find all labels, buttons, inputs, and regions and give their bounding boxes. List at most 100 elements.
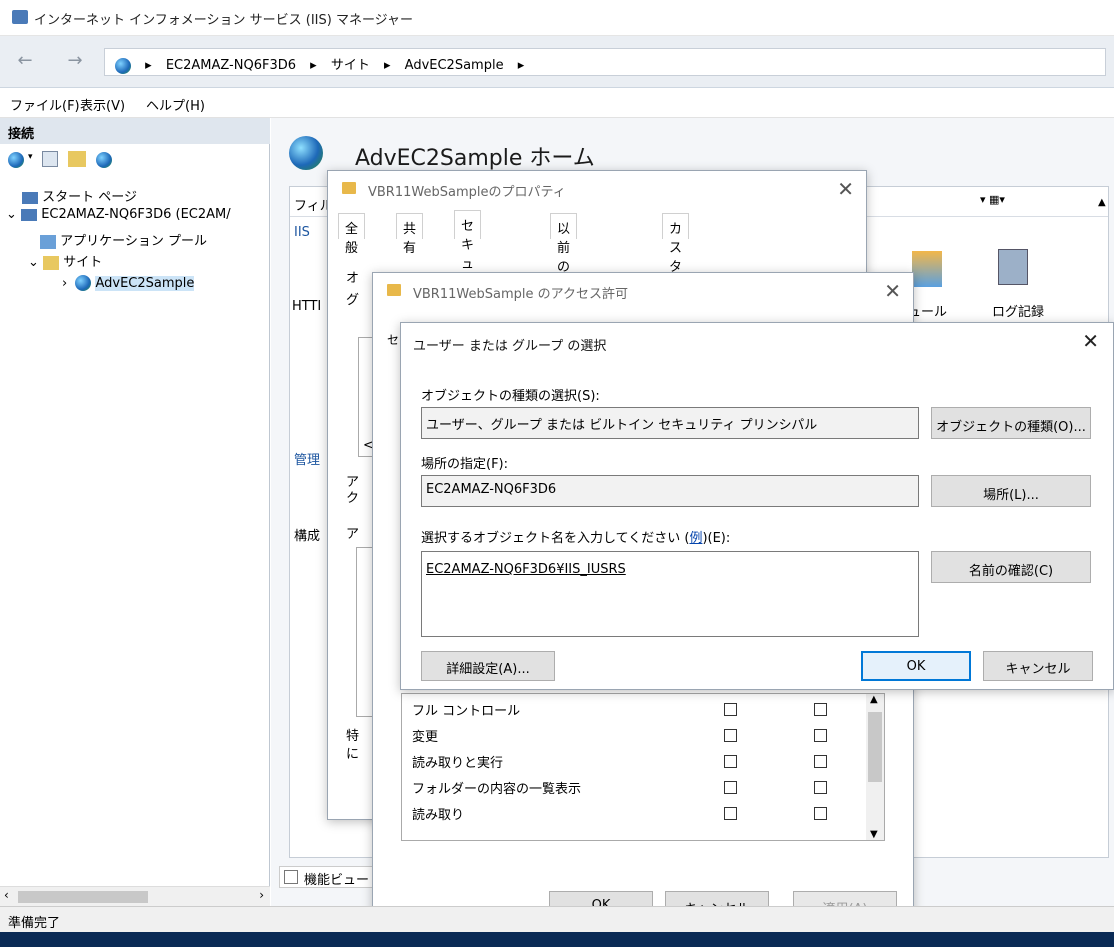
forward-arrow-icon[interactable]: → <box>60 50 90 74</box>
scroll-up-icon[interactable]: ▲ <box>870 694 878 705</box>
status-bar: 準備完了 <box>0 906 1114 932</box>
allow-checkbox[interactable] <box>724 703 737 716</box>
expand-chevron-icon[interactable]: ⌄ <box>6 207 17 222</box>
address-bar: ← → ▸ EC2AMAZ-NQ6F3D6 ▸ サイト ▸ AdvEC2Samp… <box>0 36 1114 88</box>
breadcrumb-separator-icon: ▸ <box>383 58 391 73</box>
taskbar-edge <box>0 932 1114 947</box>
folder-up-icon[interactable] <box>68 151 86 167</box>
menu-view[interactable]: 表示(V) <box>80 95 125 114</box>
tree-item-sites[interactable]: ⌄ サイト <box>28 251 102 270</box>
perm-tab-fragment: セ <box>387 333 400 347</box>
perm-row: 読み取り <box>412 808 465 823</box>
deny-checkbox[interactable] <box>814 729 827 742</box>
scroll-down-icon[interactable]: ▼ <box>870 829 878 840</box>
tree-item-start-page[interactable]: スタート ページ <box>22 186 137 205</box>
connect-icon[interactable] <box>8 152 24 168</box>
connections-scrollbar[interactable]: ‹ › <box>0 886 270 906</box>
tab-security[interactable]: セキュリティ <box>454 210 482 329</box>
select-cancel-button[interactable]: キャンセル <box>983 651 1093 681</box>
select-users-dialog: ユーザー または グループ の選択 ✕ オブジェクトの種類の選択(S): ユーザ… <box>400 322 1114 690</box>
properties-dialog-titlebar: VBR11WebSampleのプロパティ ✕ <box>328 171 866 207</box>
breadcrumb-server[interactable]: EC2AMAZ-NQ6F3D6 <box>166 58 296 73</box>
tab-general[interactable]: 全般 <box>338 213 366 256</box>
tab-sharing[interactable]: 共有 <box>396 213 424 256</box>
config-label: 構成 <box>294 529 321 544</box>
select-dialog-titlebar: ユーザー または グループ の選択 ✕ <box>401 323 1113 359</box>
allow-checkbox[interactable] <box>724 781 737 794</box>
expand-chevron-icon[interactable]: ⌄ <box>28 255 39 270</box>
menu-bar: ファイル(F) 表示(V) ヘルプ(H) <box>0 88 1114 118</box>
perm-row: 変更 <box>412 730 439 745</box>
examples-link[interactable]: 例 <box>689 531 702 546</box>
object-types-button[interactable]: オブジェクトの種類(O)... <box>931 407 1091 439</box>
menu-help[interactable]: ヘルプ(H) <box>146 95 205 114</box>
connections-header: 接続 <box>0 118 270 144</box>
props-text-fragment: グ <box>346 293 360 308</box>
props-text-fragment: に <box>346 747 360 762</box>
menu-file[interactable]: ファイル(F) <box>10 95 80 114</box>
breadcrumb-separator-icon: ▸ <box>145 58 152 73</box>
tree-item-app-pools[interactable]: アプリケーション プール <box>40 230 207 249</box>
scroll-thumb[interactable] <box>868 712 882 782</box>
logging-label[interactable]: ログ記録 <box>992 301 1044 320</box>
object-names-input[interactable]: EC2AMAZ-NQ6F3D6¥IIS_IUSRS <box>421 551 919 637</box>
object-names-value: EC2AMAZ-NQ6F3D6¥IIS_IUSRS <box>426 562 626 577</box>
object-type-field: ユーザー、グループ または ビルトイン セキュリティ プリンシパル <box>421 407 919 439</box>
window-titlebar: インターネット インフォメーション サービス (IIS) マネージャー <box>0 0 1114 36</box>
permissions-dialog-titlebar: VBR11WebSample のアクセス許可 ✕ <box>373 273 913 309</box>
collapse-up-icon[interactable]: ▲ <box>1098 197 1106 208</box>
location-field: EC2AMAZ-NQ6F3D6 <box>421 475 919 507</box>
props-text-fragment: 特 <box>346 729 360 744</box>
modules-icon[interactable] <box>912 251 942 287</box>
tab-previous-versions[interactable]: 以前のバージョン <box>550 213 578 370</box>
perm-scrollbar[interactable]: ▲ ▼ <box>866 694 884 840</box>
close-icon[interactable]: ✕ <box>1082 329 1099 353</box>
advanced-button[interactable]: 詳細設定(A)... <box>421 651 555 681</box>
object-type-label: オブジェクトの種類の選択(S): <box>421 389 600 404</box>
tree-item-server[interactable]: ⌄ EC2AMAZ-NQ6F3D6 (EC2AM/ <box>6 207 231 222</box>
deny-checkbox[interactable] <box>814 755 827 768</box>
perm-row: フォルダーの内容の一覧表示 <box>412 782 582 797</box>
breadcrumb-sites[interactable]: サイト <box>331 58 370 73</box>
allow-checkbox[interactable] <box>724 755 737 768</box>
view-mode-icon[interactable]: ▾ ▦▾ <box>980 193 1005 206</box>
collapse-chevron-icon[interactable]: › <box>62 276 67 291</box>
perm-row: 読み取りと実行 <box>412 756 504 771</box>
scroll-left-icon[interactable]: ‹ <box>4 888 9 902</box>
iis-group-label: IIS <box>294 225 310 240</box>
select-ok-button[interactable]: OK <box>861 651 971 681</box>
close-icon[interactable]: ✕ <box>884 279 901 303</box>
close-icon[interactable]: ✕ <box>837 177 854 201</box>
allow-checkbox[interactable] <box>724 729 737 742</box>
window-title: インターネット インフォメーション サービス (IIS) マネージャー <box>34 13 414 28</box>
save-icon[interactable] <box>42 151 58 167</box>
connections-pane: 接続 ▾ スタート ページ ⌄ EC2AMAZ-NQ6F3D6 (EC2AM/ … <box>0 118 270 906</box>
scroll-right-icon[interactable]: › <box>259 888 264 902</box>
start-page-icon <box>22 191 38 204</box>
back-arrow-icon[interactable]: ← <box>10 50 40 74</box>
logging-icon[interactable] <box>998 249 1028 285</box>
locations-button[interactable]: 場所(L)... <box>931 475 1091 507</box>
dropdown-icon[interactable]: ▾ <box>28 152 33 162</box>
sites-folder-icon <box>43 255 60 270</box>
object-names-label: 選択するオブジェクト名を入力してください (例)(E): <box>421 531 731 546</box>
deny-checkbox[interactable] <box>814 807 827 820</box>
breadcrumb-site[interactable]: AdvEC2Sample <box>405 58 504 73</box>
address-breadcrumb[interactable]: ▸ EC2AMAZ-NQ6F3D6 ▸ サイト ▸ AdvEC2Sample ▸ <box>104 48 1106 76</box>
deny-checkbox[interactable] <box>814 781 827 794</box>
status-text: 準備完了 <box>8 916 61 931</box>
props-text-fragment: ク <box>346 491 360 506</box>
tab-customize[interactable]: カスタマイズ <box>662 213 690 332</box>
disconnect-icon[interactable] <box>96 152 112 168</box>
breadcrumb-separator-icon: ▸ <box>517 58 525 73</box>
deny-checkbox[interactable] <box>814 703 827 716</box>
scroll-thumb[interactable] <box>18 891 148 903</box>
site-globe-icon <box>75 275 92 291</box>
page-title: AdvEC2Sample ホーム <box>355 146 595 171</box>
folder-icon <box>342 182 356 194</box>
select-dialog-title: ユーザー または グループ の選択 <box>413 339 607 354</box>
tree-item-advec2sample[interactable]: › AdvEC2Sample <box>62 275 195 291</box>
manage-label: 管理 <box>294 453 321 468</box>
check-names-button[interactable]: 名前の確認(C) <box>931 551 1091 583</box>
allow-checkbox[interactable] <box>724 807 737 820</box>
